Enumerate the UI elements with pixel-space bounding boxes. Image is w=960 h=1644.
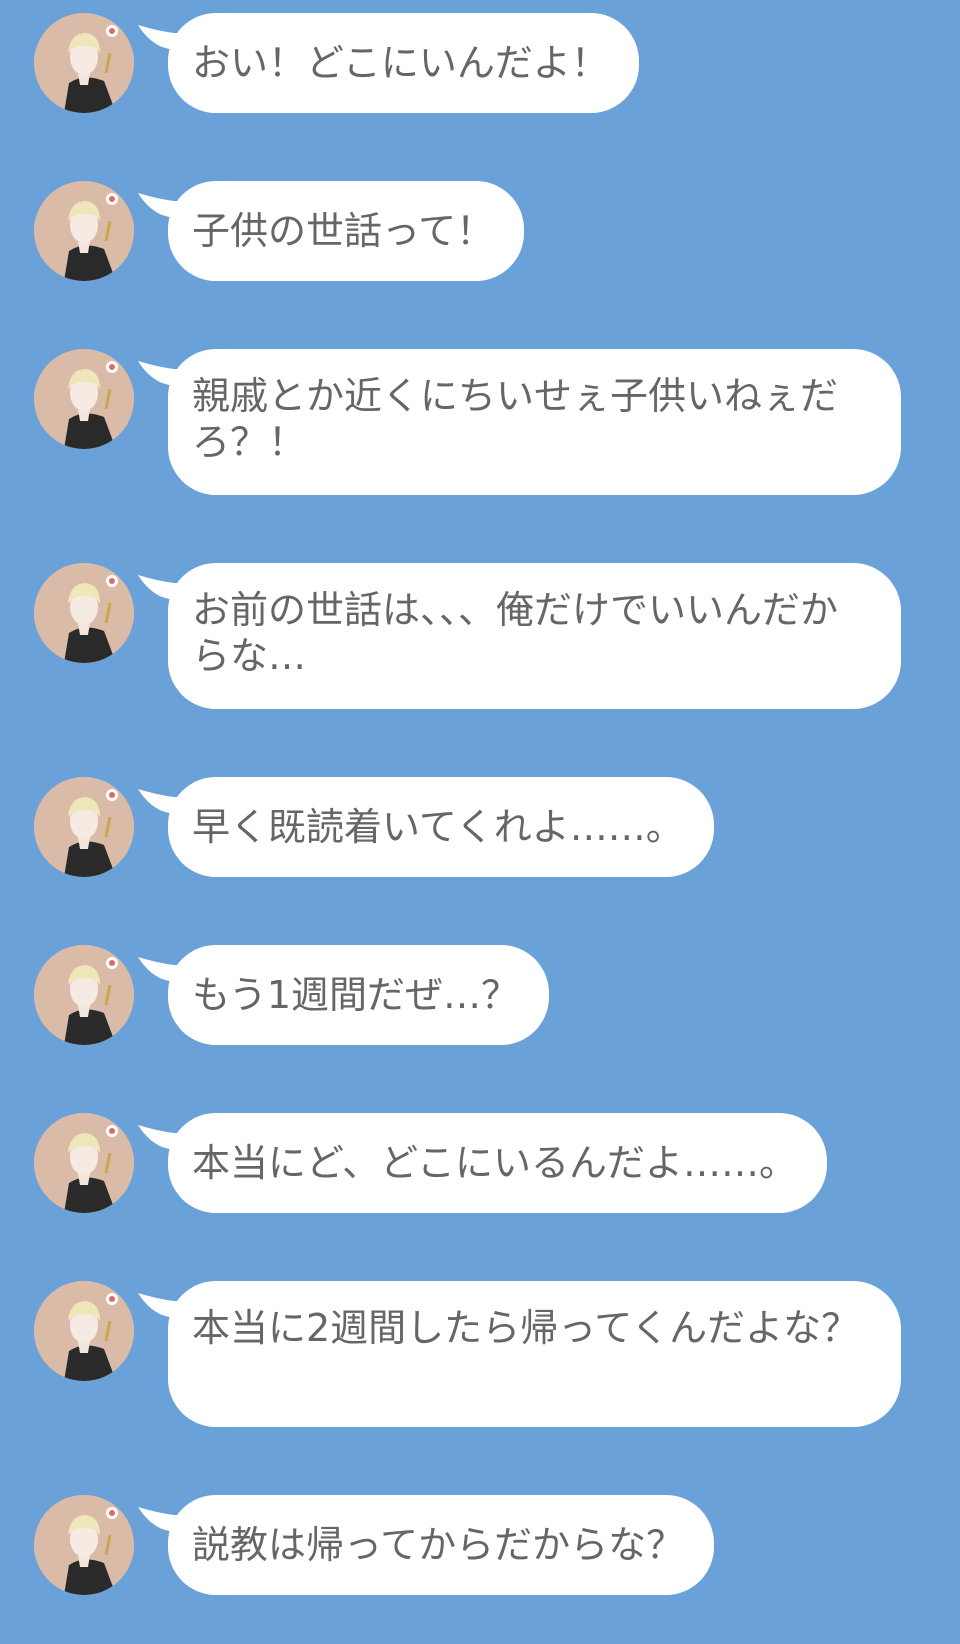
user-avatar-icon bbox=[34, 563, 134, 663]
message-bubble[interactable]: 本当に2週間したら帰ってくんだよな？ bbox=[168, 1281, 901, 1427]
sender-avatar[interactable] bbox=[34, 777, 134, 877]
message-bubble[interactable]: お前の世話は、、、俺だけでいいんだからな… bbox=[168, 563, 901, 709]
sender-avatar[interactable] bbox=[34, 181, 134, 281]
sender-avatar[interactable] bbox=[34, 349, 134, 449]
sender-avatar[interactable] bbox=[34, 1495, 134, 1595]
sender-avatar[interactable] bbox=[34, 1113, 134, 1213]
user-avatar-icon bbox=[34, 1113, 134, 1213]
message-bubble[interactable]: 早く既読着いてくれよ……。 bbox=[168, 777, 714, 877]
message-text: 子供の世話って！ bbox=[192, 209, 495, 253]
sender-avatar[interactable] bbox=[34, 1281, 134, 1381]
sender-avatar[interactable] bbox=[34, 563, 134, 663]
message-text: 本当にど、どこにいるんだよ……。 bbox=[192, 1141, 797, 1185]
message-bubble[interactable]: もう1週間だぜ…？ bbox=[168, 945, 550, 1045]
user-avatar-icon bbox=[34, 777, 134, 877]
sender-avatar[interactable] bbox=[34, 13, 134, 113]
message-text: おい！どこにいんだよ！ bbox=[192, 41, 609, 85]
message-text: 本当に2週間したら帰ってくんだよな？ bbox=[192, 1306, 860, 1350]
message-bubble[interactable]: 子供の世話って！ bbox=[168, 181, 525, 281]
message-text: 親戚とか近くにちいせぇ子供いねぇだろ？！ bbox=[192, 374, 839, 464]
sender-avatar[interactable] bbox=[34, 945, 134, 1045]
message-bubble[interactable]: 説教は帰ってからだからな？ bbox=[168, 1495, 715, 1595]
message-text: 説教は帰ってからだからな？ bbox=[192, 1523, 685, 1567]
user-avatar-icon bbox=[34, 13, 134, 113]
message-bubble[interactable]: 親戚とか近くにちいせぇ子供いねぇだろ？！ bbox=[168, 349, 901, 495]
message-bubble[interactable]: 本当にど、どこにいるんだよ……。 bbox=[168, 1113, 827, 1213]
user-avatar-icon bbox=[34, 1281, 134, 1381]
message-bubble[interactable]: おい！どこにいんだよ！ bbox=[168, 13, 639, 113]
message-text: お前の世話は、、、俺だけでいいんだからな… bbox=[192, 588, 839, 678]
user-avatar-icon bbox=[34, 349, 134, 449]
user-avatar-icon bbox=[34, 181, 134, 281]
user-avatar-icon bbox=[34, 1495, 134, 1595]
message-text: もう1週間だぜ…？ bbox=[192, 973, 520, 1017]
user-avatar-icon bbox=[34, 945, 134, 1045]
chat-area[interactable]: おい！どこにいんだよ！ 子供の世話って！ 親戚とか近くにちいせぇ子供いねぇだろ？… bbox=[0, 0, 960, 1644]
message-text: 早く既読着いてくれよ……。 bbox=[192, 805, 684, 849]
